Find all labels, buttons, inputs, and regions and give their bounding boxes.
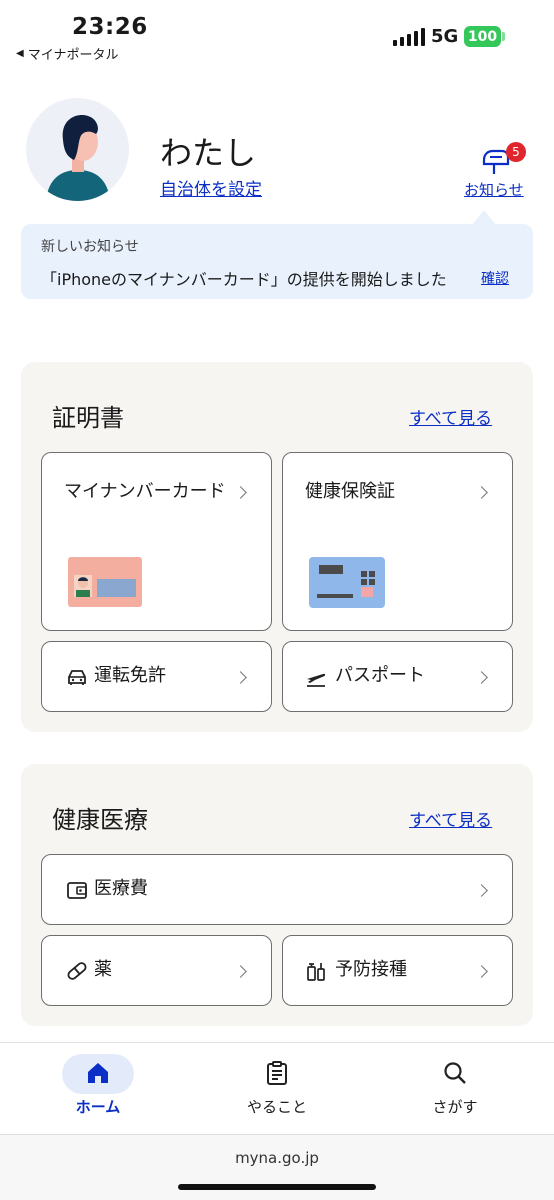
vaccine-vial-icon	[307, 963, 325, 981]
status-time: 23:26	[72, 14, 148, 40]
network-type: 5G	[431, 26, 459, 47]
chevron-right-icon	[234, 965, 247, 978]
tab-home[interactable]: ホーム	[43, 1052, 153, 1124]
back-to-app-link[interactable]: ◀ マイナポータル	[16, 44, 118, 63]
tab-todo[interactable]: やること	[222, 1052, 332, 1124]
card-drivers-license-label: 運転免許	[94, 665, 166, 686]
card-passport[interactable]: パスポート	[282, 641, 513, 712]
row-vaccination-label: 予防接種	[335, 959, 407, 980]
airplane-icon	[307, 673, 326, 687]
new-notice-banner[interactable]: 新しいお知らせ 「iPhoneのマイナンバーカード」の提供を開始しました 確認	[21, 224, 533, 299]
card-drivers-license[interactable]: 運転免許	[41, 641, 272, 712]
health-see-all-link[interactable]: すべて見る	[409, 806, 492, 831]
notifications-button[interactable]: 5 お知らせ	[462, 142, 530, 202]
certificates-title: 証明書	[52, 404, 124, 432]
notice-pointer	[472, 210, 496, 225]
card-my-number[interactable]: マイナンバーカード	[41, 452, 272, 631]
battery-tip	[502, 32, 505, 41]
tab-todo-label: やること	[246, 1098, 307, 1116]
row-medical-expenses[interactable]: 医療費	[41, 854, 513, 925]
status-bar: 23:26 ◀ マイナポータル 5G 100	[0, 0, 554, 70]
user-name: わたし	[160, 134, 257, 172]
health-title: 健康医療	[52, 806, 148, 834]
notice-text: 「iPhoneのマイナンバーカード」の提供を開始しました	[41, 270, 447, 289]
health-insurance-card-icon	[309, 557, 385, 608]
wallet-icon	[67, 882, 87, 899]
chevron-right-icon	[234, 671, 247, 684]
back-app-label: マイナポータル	[27, 48, 119, 63]
person-avatar-icon	[46, 115, 110, 201]
pill-icon	[67, 962, 87, 980]
tab-search[interactable]: さがす	[400, 1052, 510, 1124]
home-indicator	[178, 1184, 376, 1190]
row-vaccination[interactable]: 予防接種	[282, 935, 513, 1006]
set-municipality-link[interactable]: 自治体を設定	[160, 175, 262, 200]
card-health-insurance[interactable]: 健康保険証	[282, 452, 513, 631]
notification-count-badge: 5	[506, 142, 526, 162]
card-health-insurance-label: 健康保険証	[305, 481, 395, 502]
chevron-right-icon	[475, 884, 488, 897]
avatar[interactable]	[26, 98, 129, 201]
my-number-card-icon	[68, 557, 142, 607]
signal-strength-icon	[393, 28, 425, 46]
row-medical-expenses-label: 医療費	[94, 878, 148, 899]
notice-confirm-link[interactable]: 確認	[481, 268, 509, 288]
home-icon	[88, 1063, 108, 1083]
chevron-right-icon	[475, 965, 488, 978]
car-icon	[68, 670, 86, 685]
notice-title: 新しいお知らせ	[41, 239, 139, 255]
clipboard-icon	[267, 1061, 287, 1085]
row-medicine[interactable]: 薬	[41, 935, 272, 1006]
chevron-right-icon	[475, 671, 488, 684]
browser-url-bar[interactable]: myna.go.jp	[0, 1134, 554, 1200]
search-icon	[444, 1062, 466, 1084]
card-passport-label: パスポート	[335, 665, 425, 686]
page-url: myna.go.jp	[235, 1149, 319, 1167]
certificates-section: 証明書 すべて見る マイナンバーカード 健康保険証 運転免許 パスポート	[21, 362, 533, 732]
tab-home-label: ホーム	[75, 1098, 121, 1116]
notifications-label: お知らせ	[464, 181, 524, 199]
health-section: 健康医療 すべて見る 医療費 薬 予防接種	[21, 764, 533, 1026]
card-my-number-label: マイナンバーカード	[64, 481, 226, 502]
back-triangle-icon: ◀	[16, 48, 24, 59]
battery-indicator: 100	[464, 26, 501, 47]
certificates-see-all-link[interactable]: すべて見る	[409, 404, 492, 429]
row-medicine-label: 薬	[94, 959, 112, 980]
tab-search-label: さがす	[432, 1098, 478, 1116]
